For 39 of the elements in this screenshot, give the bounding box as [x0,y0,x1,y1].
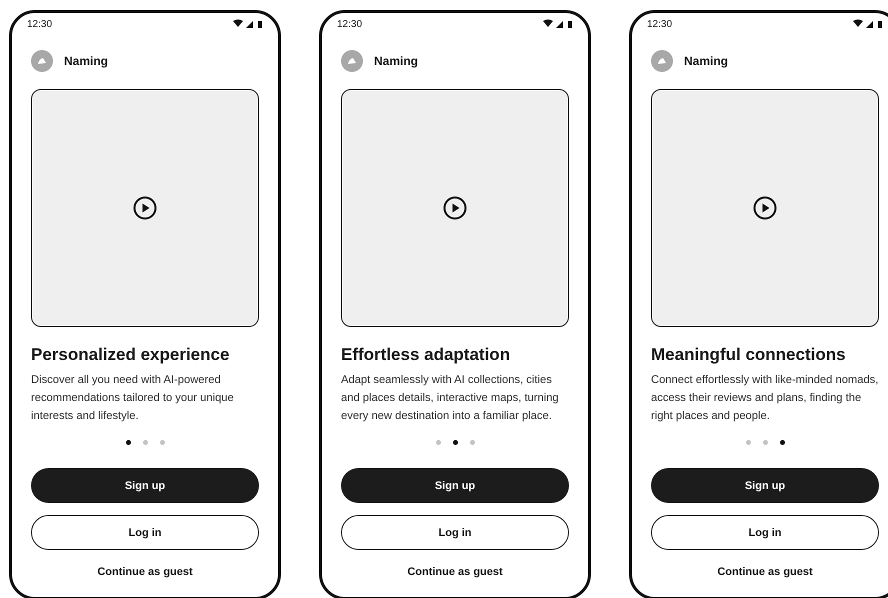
app-name: Naming [684,54,728,68]
guest-link[interactable]: Continue as guest [97,564,193,580]
app-logo-icon [651,50,673,72]
slide-title: Personalized experience [31,345,230,365]
log-in-button[interactable]: Log in [31,515,259,550]
slide-description: Connect effortlessly with like-minded nomads, access their reviews and plans, finding the right places and people. [651,373,879,424]
page-dot[interactable] [160,440,164,445]
slide-description: Discover all you need with AI-powered recommendations tailored to your unique interests and lifestyle. [31,373,235,424]
page-dot[interactable] [762,440,768,445]
slide-title: Effortless adaptation [341,345,512,365]
slide-description: Adapt seamlessly with AI collections, cities and places details, interactive maps, turning every new destination into a familiar place. [341,373,560,424]
app-name: Naming [374,54,418,68]
status-time: 12:30 [337,18,362,30]
play-icon[interactable] [753,196,777,220]
guest-link[interactable]: Continue as guest [407,564,503,580]
slide-title: Meaningful connections [651,345,847,365]
log-in-button[interactable]: Log in [341,515,569,550]
guest-link[interactable]: Continue as guest [717,564,813,580]
sign-up-button[interactable]: Sign up [341,468,569,503]
page-dot[interactable] [126,440,130,445]
status-icons [233,19,263,29]
play-icon[interactable] [443,196,467,220]
page-dot[interactable] [452,440,458,445]
status-time: 12:30 [647,18,672,30]
status-icons [543,19,573,29]
play-icon[interactable] [133,196,157,220]
page-dot[interactable] [780,440,784,445]
log-in-button[interactable]: Log in [651,515,879,550]
app-logo-icon [31,50,53,72]
page-dot[interactable] [470,440,474,445]
page-dot[interactable] [142,440,148,445]
page-dot[interactable] [436,440,440,445]
app-name: Naming [64,54,108,68]
sign-up-button[interactable]: Sign up [31,468,259,503]
status-icons [853,19,883,29]
sign-up-button[interactable]: Sign up [651,468,879,503]
app-logo-icon [341,50,363,72]
page-dot[interactable] [746,440,750,445]
status-time: 12:30 [27,18,52,30]
